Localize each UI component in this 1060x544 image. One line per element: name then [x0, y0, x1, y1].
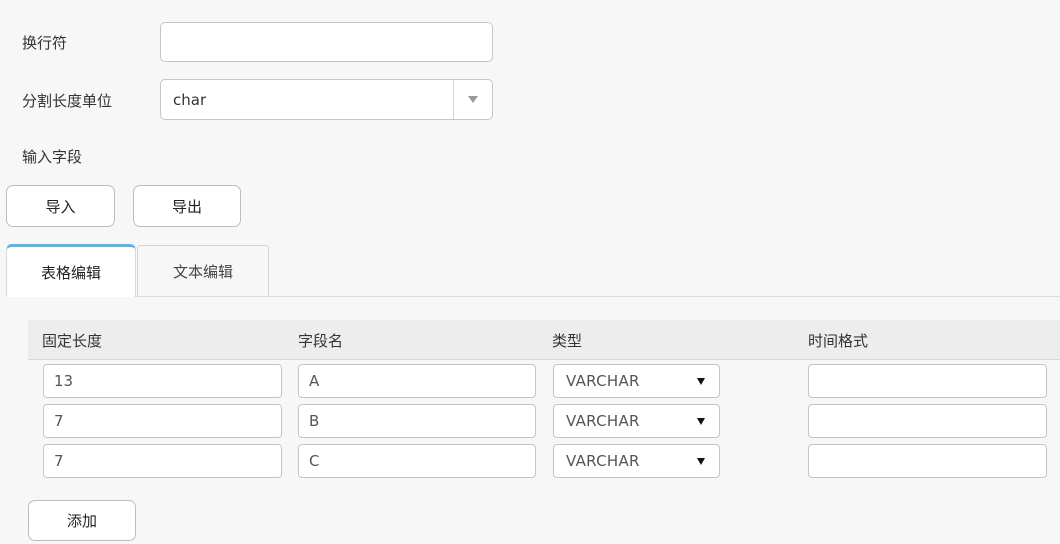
dropdown-arrow-icon: [697, 417, 705, 425]
split-unit-select[interactable]: char: [160, 79, 493, 120]
length-input[interactable]: 13: [43, 364, 282, 398]
time-format-input[interactable]: [808, 404, 1047, 438]
chevron-down-icon: [468, 96, 478, 103]
select-arrow-box[interactable]: [453, 80, 492, 119]
length-input[interactable]: 7: [43, 404, 282, 438]
type-select[interactable]: VARCHAR: [553, 404, 720, 438]
field-name-input[interactable]: B: [298, 404, 536, 438]
tab-text-edit[interactable]: 文本编辑: [137, 245, 269, 296]
field-name-input[interactable]: C: [298, 444, 536, 478]
input-fields-label: 输入字段: [22, 148, 83, 166]
table-header-row: 固定长度 字段名 类型 时间格式: [28, 320, 1060, 360]
type-select[interactable]: VARCHAR: [553, 444, 720, 478]
split-unit-label: 分割长度单位: [22, 92, 113, 110]
time-format-input[interactable]: [808, 444, 1047, 478]
dropdown-arrow-icon: [697, 457, 705, 465]
type-select-value: VARCHAR: [566, 372, 640, 390]
col-header-length: 固定长度: [42, 332, 103, 350]
line-separator-label: 换行符: [22, 34, 68, 52]
col-header-type: 类型: [552, 332, 583, 350]
split-unit-value: char: [173, 90, 207, 109]
time-format-input[interactable]: [808, 364, 1047, 398]
add-row-button[interactable]: 添加: [28, 500, 136, 541]
type-select-value: VARCHAR: [566, 452, 640, 470]
col-header-time-format: 时间格式: [808, 332, 869, 350]
type-select[interactable]: VARCHAR: [553, 364, 720, 398]
line-separator-input[interactable]: [160, 22, 493, 62]
col-header-name: 字段名: [298, 332, 344, 350]
type-select-value: VARCHAR: [566, 412, 640, 430]
dropdown-arrow-icon: [697, 377, 705, 385]
length-input[interactable]: 7: [43, 444, 282, 478]
tab-table-edit[interactable]: 表格编辑: [6, 244, 136, 298]
export-button[interactable]: 导出: [133, 185, 241, 227]
import-button[interactable]: 导入: [6, 185, 115, 227]
field-name-input[interactable]: A: [298, 364, 536, 398]
